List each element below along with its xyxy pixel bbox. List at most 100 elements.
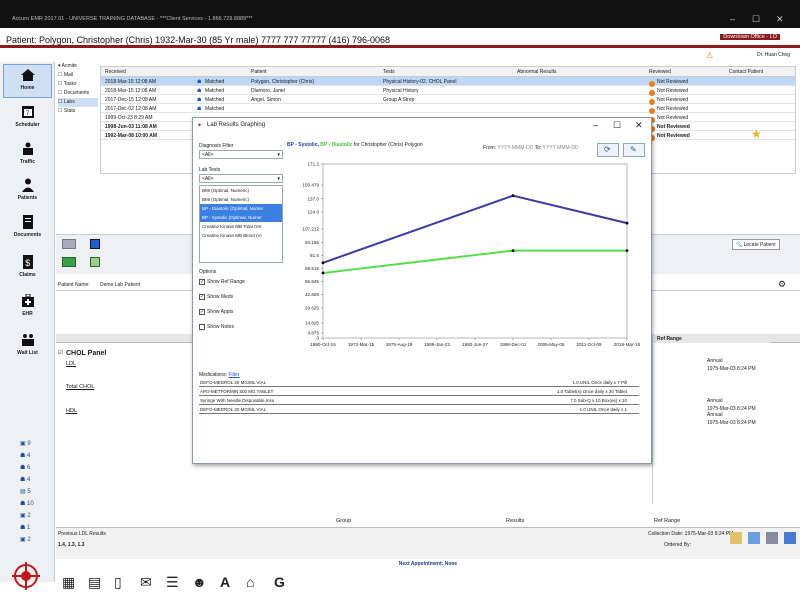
option-show-appts[interactable]: ✓ Show Appts bbox=[199, 305, 285, 320]
star-icon[interactable]: ★ bbox=[751, 127, 762, 141]
checkbox[interactable] bbox=[199, 323, 205, 330]
checkbox[interactable]: ✓ bbox=[199, 278, 205, 285]
list-item[interactable]: Creatine Kinase MB Blood (Vi bbox=[200, 231, 282, 240]
shortcut-count[interactable]: ▣ 2 bbox=[20, 512, 31, 519]
x-tick-label: 1979-Aug-19 bbox=[386, 342, 413, 347]
shortcut-count[interactable]: ☗ 10 bbox=[20, 500, 34, 507]
envelope-icon[interactable]: ✉ bbox=[140, 574, 152, 591]
clipboard-icon[interactable]: ▤ bbox=[88, 574, 101, 591]
panel-checkbox[interactable]: ☑ bbox=[58, 350, 63, 356]
list-item[interactable]: Creatine Kinase MB Total Ore bbox=[200, 222, 282, 231]
office-label[interactable]: Downtown Office - LO bbox=[720, 34, 780, 40]
shortcut-count[interactable]: ☗ 4 bbox=[20, 452, 30, 459]
network-icon[interactable] bbox=[766, 532, 778, 544]
people-icon bbox=[22, 142, 33, 155]
tree-item[interactable]: ☐ Tasks bbox=[58, 80, 98, 89]
from-date-input[interactable]: YYYY-MMM-DD bbox=[497, 145, 533, 151]
checkbox[interactable]: ✓ bbox=[199, 308, 205, 315]
option-show-ref-range[interactable]: ✓ Show Ref Range bbox=[199, 275, 285, 290]
shortcut-count[interactable]: ☗ 1 bbox=[20, 524, 30, 531]
locate-patient-button[interactable]: 🔍 Locate Patient bbox=[732, 239, 780, 250]
column-header[interactable]: Tests bbox=[383, 69, 395, 75]
maximize-icon[interactable]: ☐ bbox=[752, 14, 760, 25]
shortcut-count[interactable]: ▤ 5 bbox=[20, 488, 31, 495]
tree-item[interactable]: ☐ Stats bbox=[58, 107, 98, 116]
table-row[interactable]: 2017-Dec-02 12:08 AM ☗ Matched Not Reviewed bbox=[101, 104, 795, 114]
column-header[interactable]: Reviewed bbox=[649, 69, 671, 75]
x-tick-label: 2018-Mar-16 bbox=[614, 342, 641, 347]
column-header[interactable]: Contact Patient bbox=[729, 69, 763, 75]
column-header[interactable]: Patient bbox=[251, 69, 267, 75]
sidebar-item-documents[interactable]: Documents bbox=[3, 212, 52, 246]
next-appointment[interactable]: Next Appointment: None bbox=[56, 561, 800, 570]
maximize-icon[interactable]: ☐ bbox=[613, 120, 621, 131]
sidebar-item-claims[interactable]: $ Claims bbox=[3, 252, 52, 286]
tree-item[interactable]: ☐ Labs bbox=[58, 98, 98, 107]
option-show-notes[interactable]: Show Notes bbox=[199, 320, 285, 335]
table-row[interactable]: 2017-Dec-15 12:08 AM ☗ Matched Angel, Simon… bbox=[101, 95, 795, 105]
sidebar-item-ehr[interactable]: EHR bbox=[3, 291, 52, 325]
list-item[interactable]: BMI (Optimal, Numeric) bbox=[200, 186, 282, 195]
info-icon[interactable] bbox=[90, 239, 100, 249]
house-icon[interactable]: ⌂ bbox=[246, 574, 254, 590]
sidebar-item-wait-list[interactable]: Wait List bbox=[3, 330, 52, 364]
chevron-down-icon: ▾ bbox=[277, 152, 280, 158]
gear-icon[interactable]: ⚙ bbox=[778, 279, 786, 290]
current-user[interactable]: Dr. Huan Chng bbox=[757, 52, 790, 58]
sidebar-item-home[interactable]: Home bbox=[3, 64, 52, 98]
warning-icon[interactable]: ⚠ bbox=[706, 51, 713, 60]
attachment-icon[interactable] bbox=[730, 532, 742, 544]
mail-icon[interactable] bbox=[62, 257, 76, 267]
medication-row[interactable]: APO-METFORMIN 500 MG TABLET 1.0 Tablet(s)… bbox=[199, 387, 639, 396]
list-item[interactable]: BP - Systolic (Optimal, Numer bbox=[200, 213, 282, 222]
minimize-icon[interactable]: – bbox=[593, 120, 598, 130]
refresh-button[interactable]: ⟳ bbox=[597, 143, 619, 157]
close-icon[interactable]: ✕ bbox=[776, 14, 784, 25]
shortcut-count[interactable]: ▣ 2 bbox=[20, 536, 31, 543]
list-item[interactable]: BMI (Optimal, Numeric) bbox=[200, 195, 282, 204]
shortcut-count[interactable]: ☗ 4 bbox=[20, 476, 30, 483]
letter-a-icon[interactable]: A bbox=[220, 574, 230, 590]
user-card-icon[interactable]: ☻ bbox=[192, 574, 207, 590]
sidebar-item-patients[interactable]: Patients bbox=[3, 175, 52, 209]
to-date-input[interactable]: YYYY-MMM-DD bbox=[543, 145, 579, 151]
medication-row[interactable]: DEFO-MEDROL 20 MG/ML VIAL 1.0 UNIL Once d… bbox=[199, 405, 639, 414]
calculator-icon[interactable]: ▦ bbox=[62, 574, 75, 591]
lab-tests-list[interactable]: BMI (Optimal, Numeric) BMI (Optimal, Num… bbox=[199, 185, 283, 263]
phone-icon[interactable]: ▯ bbox=[114, 574, 122, 591]
table-row[interactable]: 2018-Mar-15 12:08 AM ☗ Matched Dlamoro, Jan… bbox=[101, 86, 795, 96]
checkbox[interactable]: ✓ bbox=[199, 293, 205, 300]
sidebar-item-traffic[interactable]: Traffic bbox=[3, 139, 52, 173]
close-icon[interactable]: ✕ bbox=[635, 120, 643, 131]
tree-item[interactable]: ☐ Mail bbox=[58, 71, 98, 80]
sidebar-item-scheduler[interactable]: 7 Scheduler bbox=[3, 102, 52, 136]
test-total-chol[interactable]: Total CHOL bbox=[66, 384, 94, 390]
option-show-meds[interactable]: ✓ Show Meds bbox=[199, 290, 285, 305]
medication-row[interactable]: DEFO-MEDROL 20 MG/ML VIAL 1.0 UNIL Once d… bbox=[199, 378, 639, 387]
test-ldl[interactable]: LDL bbox=[66, 361, 76, 367]
column-header[interactable]: Received bbox=[105, 69, 126, 75]
list-icon[interactable]: ☰ bbox=[166, 574, 179, 591]
graph-icon[interactable] bbox=[784, 532, 796, 544]
column-header[interactable]: Abnormal Results bbox=[517, 69, 556, 75]
minimize-icon[interactable]: – bbox=[730, 14, 735, 24]
diagnosis-filter-select[interactable]: <All> ▾ bbox=[199, 150, 283, 159]
inbox-tree: ▾ Acmite ☐ Mail ☐ Tasks ☐ Documents ☐ La… bbox=[58, 62, 98, 142]
table-row[interactable]: 2018-Mar-15 12:08 AM ☗ Matched Polygon, Chr… bbox=[101, 77, 795, 87]
note-icon[interactable] bbox=[90, 257, 100, 267]
list-item[interactable]: BP - Diastolic (Optimal, Numer bbox=[200, 204, 282, 213]
sidebar-label: Claims bbox=[19, 272, 36, 278]
test-hdl[interactable]: HDL bbox=[66, 408, 77, 414]
chart-icon[interactable] bbox=[748, 532, 760, 544]
shortcut-count[interactable]: ☗ 6 bbox=[20, 464, 30, 471]
lab-tests-select[interactable]: <All> ▾ bbox=[199, 174, 283, 183]
medication-row[interactable]: Syringe With Needle,Disposable,Insu 7.0 S… bbox=[199, 396, 639, 405]
g-icon[interactable]: G bbox=[274, 574, 285, 590]
print-icon[interactable] bbox=[62, 239, 76, 249]
shortcut-count[interactable]: ▣ 9 bbox=[20, 440, 31, 447]
filter-panel: Diagnosis Filter <All> ▾ Lab Tests <All> ▾… bbox=[199, 140, 285, 335]
tree-item[interactable]: ▾ Acmite bbox=[58, 62, 98, 71]
ordered-by: Ordered By: bbox=[664, 542, 691, 548]
settings-button[interactable]: ✎ bbox=[623, 143, 645, 157]
tree-item[interactable]: ☐ Documents bbox=[58, 89, 98, 98]
